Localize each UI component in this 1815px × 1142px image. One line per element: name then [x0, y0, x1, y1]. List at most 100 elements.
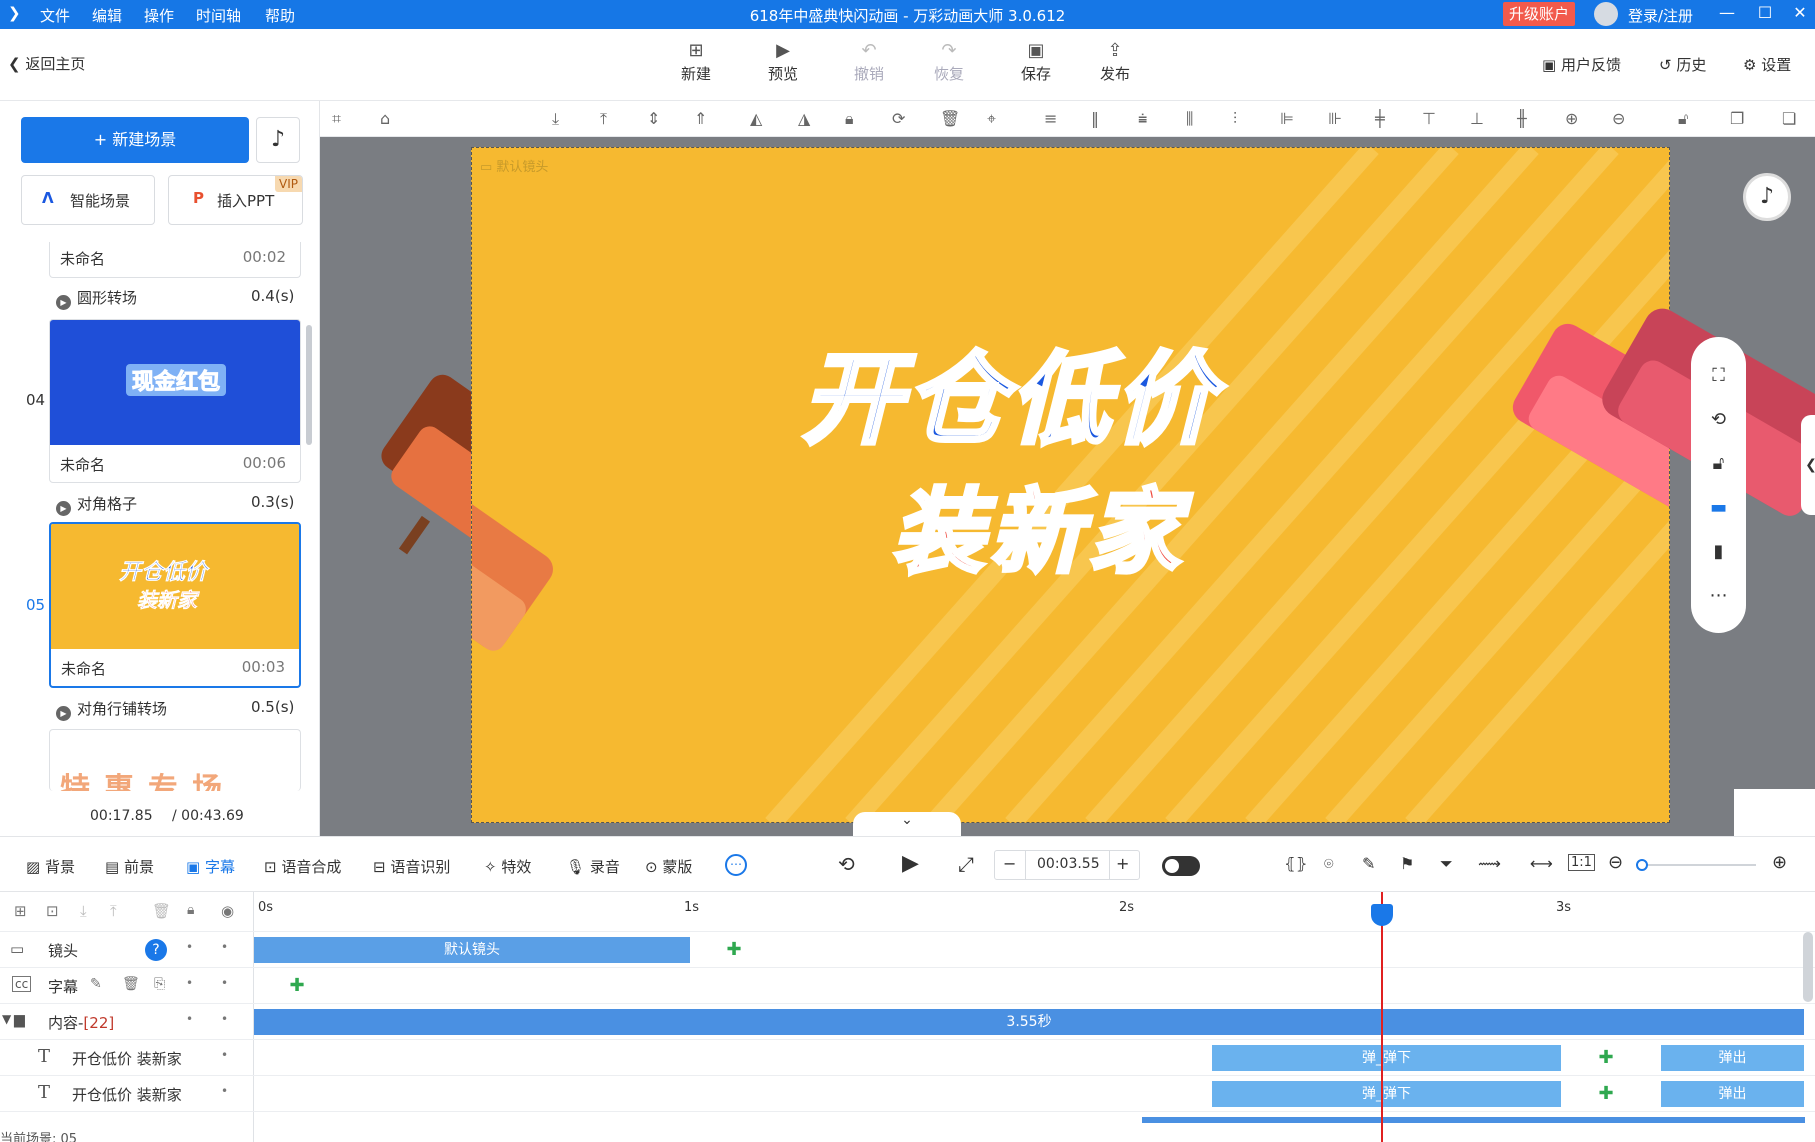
visibility-dot[interactable]: • [221, 1048, 228, 1062]
exit-animation-bar[interactable]: 弹出 [1661, 1081, 1804, 1107]
time-stepper[interactable]: − 00:03.55 + [994, 850, 1140, 880]
music-button[interactable]: ♪ [256, 117, 300, 163]
import-subtitle-icon[interactable]: ⎘ [154, 976, 165, 992]
distribute-v-icon[interactable]: ⫶ [1233, 109, 1237, 129]
music-toggle-button[interactable]: ♪ [1743, 173, 1791, 221]
fit-width-icon[interactable]: ⟷ [1530, 854, 1553, 873]
paste-icon[interactable]: ❏ [1782, 109, 1796, 128]
zoom-out-timeline-icon[interactable]: ⊖ [1608, 852, 1623, 873]
snapshot-icon[interactable]: ⌾ [1324, 854, 1334, 874]
move-up-layer-icon[interactable]: ⤒ [110, 902, 117, 920]
time-increment-button[interactable]: + [1116, 854, 1129, 873]
visibility-icon[interactable]: ◉ [221, 902, 234, 920]
more-tabs-icon[interactable]: ⋯ [725, 854, 747, 876]
upgrade-button[interactable]: 升级账户 [1503, 2, 1576, 26]
collapse-arrow-icon[interactable]: ▼ [2, 1012, 11, 1026]
tab-tts[interactable]: ⊡ 语音合成 [264, 856, 341, 877]
add-keyframe-icon[interactable]: ✚ [1596, 1084, 1616, 1104]
align-left-icon[interactable]: ⊫ [1280, 109, 1294, 128]
replay-icon[interactable]: ⟲ [838, 852, 855, 876]
unlock-icon[interactable]: 🔓︎ [1691, 453, 1746, 474]
history-link[interactable]: ↺ 历史 [1659, 54, 1706, 75]
scene-list-scrollbar[interactable] [306, 325, 312, 445]
signpost-icon[interactable]: ⚑ [1400, 854, 1414, 873]
align-vcenter-icon[interactable]: ╫ [1517, 109, 1527, 128]
new-button[interactable]: ⊞ 新建 [671, 39, 721, 84]
new-scene-button[interactable]: + 新建场景 [21, 117, 249, 163]
save-button[interactable]: ▣ 保存 [1011, 39, 1061, 84]
track-text-item[interactable]: T 开仓低价 装新家 • 弹_弹下 ✚ 弹出 [0, 1040, 1815, 1076]
delete-layer-icon[interactable]: 🗑︎ [152, 902, 171, 920]
visibility-dot[interactable]: • [221, 940, 228, 954]
back-home-link[interactable]: ❮ 返回主页 [8, 53, 85, 74]
home-icon[interactable]: ⌂ [380, 109, 390, 128]
add-keyframe-icon[interactable]: ✚ [1596, 1048, 1616, 1068]
minimize-icon[interactable]: — [1716, 3, 1738, 22]
move-up-icon[interactable]: ⇑ [694, 109, 707, 128]
delete-subtitle-icon[interactable]: 🗑︎ [122, 976, 140, 992]
move-down-icon[interactable]: ⤓ [552, 109, 559, 129]
align-base-icon[interactable]: ⊥ [1470, 109, 1484, 128]
playhead[interactable] [1381, 892, 1383, 1142]
tab-record[interactable]: 🎙︎ 录音 [566, 856, 620, 877]
time-value[interactable]: 00:03.55 [1037, 856, 1100, 872]
exit-animation-bar[interactable]: 弹出 [1661, 1045, 1804, 1071]
track-subtitle[interactable]: cc 字幕 ✎ 🗑︎ ⎘ • • ✚ [0, 968, 1815, 1004]
unlock-icon[interactable]: 🔓︎ [1678, 109, 1688, 129]
landscape-icon[interactable]: ▬ [1691, 497, 1746, 518]
more-icon[interactable]: ⋯ [1691, 585, 1746, 606]
new-folder-icon[interactable]: ⊡ [46, 902, 59, 920]
collapse-right-panel[interactable]: ❮ [1801, 415, 1815, 515]
login-link[interactable]: 登录/注册 [1628, 5, 1693, 26]
collapse-timeline-button[interactable]: ⌄ [853, 812, 961, 836]
focus-icon[interactable]: ⌖ [987, 109, 996, 129]
filter-icon[interactable]: ⏷ [1440, 854, 1453, 874]
feedback-link[interactable]: ▣ 用户反馈 [1542, 54, 1621, 75]
transition-circle[interactable]: ▶ 圆形转场 [56, 287, 137, 310]
lock-dot[interactable]: • [186, 1012, 193, 1026]
timeline-scrollbar[interactable] [1803, 932, 1813, 1002]
close-icon[interactable]: ✕ [1789, 3, 1811, 22]
help-icon[interactable]: ? [145, 939, 167, 961]
distribute-h-icon[interactable]: ⫼ [1186, 109, 1193, 129]
delete-icon[interactable]: 🗑︎ [940, 109, 960, 128]
enter-animation-bar[interactable]: 弹_弹下 [1212, 1045, 1561, 1071]
track-content-group[interactable]: ▼ ▆ 内容-[22] • • 3.55秒 [0, 1004, 1815, 1040]
visibility-dot[interactable]: • [221, 1012, 228, 1026]
track-text-item[interactable]: T 开仓低价 装新家 • 弹_弹下 ✚ 弹出 [0, 1076, 1815, 1112]
transition-diagonal-tile[interactable]: ▶ 对角行铺转场 [56, 698, 167, 721]
time-decrement-button[interactable]: − [1003, 854, 1016, 873]
headline-text[interactable]: 开仓低价 [800, 318, 1218, 463]
align-right-icon[interactable]: ⊪ [1328, 109, 1342, 128]
ruler-icon[interactable]: ⌗ [332, 109, 341, 129]
align-bottom-icon[interactable]: ⩧ [1138, 109, 1147, 129]
tab-foreground[interactable]: ▤ 前景 [105, 856, 154, 877]
edit-icon[interactable]: ✎ [1362, 854, 1375, 873]
align-center-icon[interactable]: ≡ [1044, 109, 1057, 128]
move-down-layer-icon[interactable]: ⤓ [80, 902, 87, 920]
redo-button[interactable]: ↷ 恢复 [924, 39, 974, 84]
insert-ppt-button[interactable]: P 插入PPT VIP [168, 175, 303, 225]
rotate-device-icon[interactable]: ⟲ [1691, 409, 1746, 430]
add-folder-icon[interactable]: ⊞ [14, 902, 27, 920]
snap-toggle[interactable] [1162, 856, 1200, 876]
visibility-dot[interactable]: • [221, 1084, 228, 1098]
zoom-in-icon[interactable]: ⊕ [1565, 109, 1578, 128]
stage-canvas[interactable]: ▭ 默认镜头 开仓低价 装新家 [471, 147, 1670, 823]
add-keyframe-icon[interactable]: ✚ [287, 976, 307, 996]
zoom-slider[interactable] [1636, 859, 1756, 871]
preview-button[interactable]: ▶ 预览 [758, 39, 808, 84]
move-top-icon[interactable]: ⤒ [600, 109, 607, 129]
fit-screen-icon[interactable]: ⛶ [1691, 365, 1746, 386]
content-bar[interactable]: 3.55秒 [254, 1009, 1804, 1035]
flip-h-icon[interactable]: ◭ [750, 109, 762, 128]
keyframe-icon[interactable]: ⦃⦄ [1284, 854, 1307, 873]
edit-subtitle-icon[interactable]: ✎ [90, 976, 102, 992]
settings-link[interactable]: ⚙ 设置 [1743, 54, 1791, 75]
play-icon[interactable]: ▶ [902, 851, 919, 876]
zoom-in-timeline-icon[interactable]: ⊕ [1772, 852, 1787, 873]
lock-dot[interactable]: • [186, 976, 193, 990]
subheadline-text[interactable]: 装新家 [890, 458, 1186, 591]
move-middle-icon[interactable]: ⇕ [647, 109, 660, 128]
tab-background[interactable]: ▨ 背景 [26, 856, 75, 877]
